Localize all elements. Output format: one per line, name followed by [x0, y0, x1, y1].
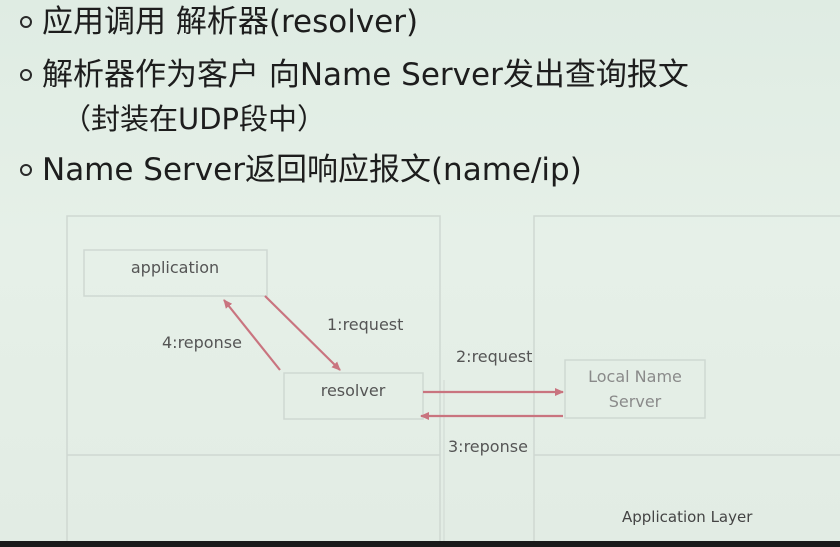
bottom-bar — [0, 541, 840, 547]
local-name-server-label-line1: Local Name — [588, 367, 682, 386]
step-4-label: 4:reponse — [162, 333, 242, 352]
step-2-label: 2:request — [456, 347, 532, 366]
resolver-label: resolver — [321, 381, 386, 400]
local-name-server-label-line2: Server — [609, 392, 662, 411]
server-panel — [533, 215, 840, 547]
step-1-label: 1:request — [327, 315, 403, 334]
application-label: application — [131, 258, 219, 277]
dns-resolution-diagram: application resolver Local Name Server 1… — [66, 215, 840, 547]
step-3-label: 3:reponse — [448, 437, 528, 456]
application-layer-label: Application Layer — [622, 508, 753, 526]
